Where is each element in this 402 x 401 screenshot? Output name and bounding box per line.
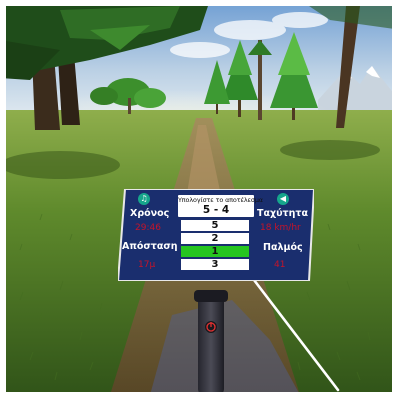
speed-label: Ταχύτητα: [257, 208, 308, 219]
speaker-icon[interactable]: ◀: [277, 193, 289, 205]
answer-option[interactable]: 3: [181, 259, 249, 270]
answer-option-selected[interactable]: 1: [181, 246, 249, 257]
pulse-label: Παλμός: [263, 242, 303, 253]
hud-panel: ♫ ◀ Χρόνος 29:46 Απόσταση 17μ Ταχύτητα 1…: [118, 189, 314, 281]
answer-option[interactable]: 2: [181, 233, 249, 244]
question-text: Υπολογίστε το αποτέλεσμα: [178, 196, 263, 204]
distance-label: Απόσταση: [122, 241, 178, 252]
answer-option[interactable]: 5: [181, 220, 249, 231]
time-label: Χρόνος: [130, 208, 170, 219]
speed-value: 18 km/hr: [260, 223, 301, 233]
math-expression: 5 - 4: [202, 204, 230, 216]
music-note-icon[interactable]: ♫: [138, 193, 150, 205]
question-box: Υπολογίστε το αποτέλεσμα 5 - 4: [178, 195, 263, 217]
distance-value: 17μ: [138, 260, 156, 270]
pulse-value: 41: [274, 260, 286, 270]
time-value: 29:46: [135, 223, 161, 233]
